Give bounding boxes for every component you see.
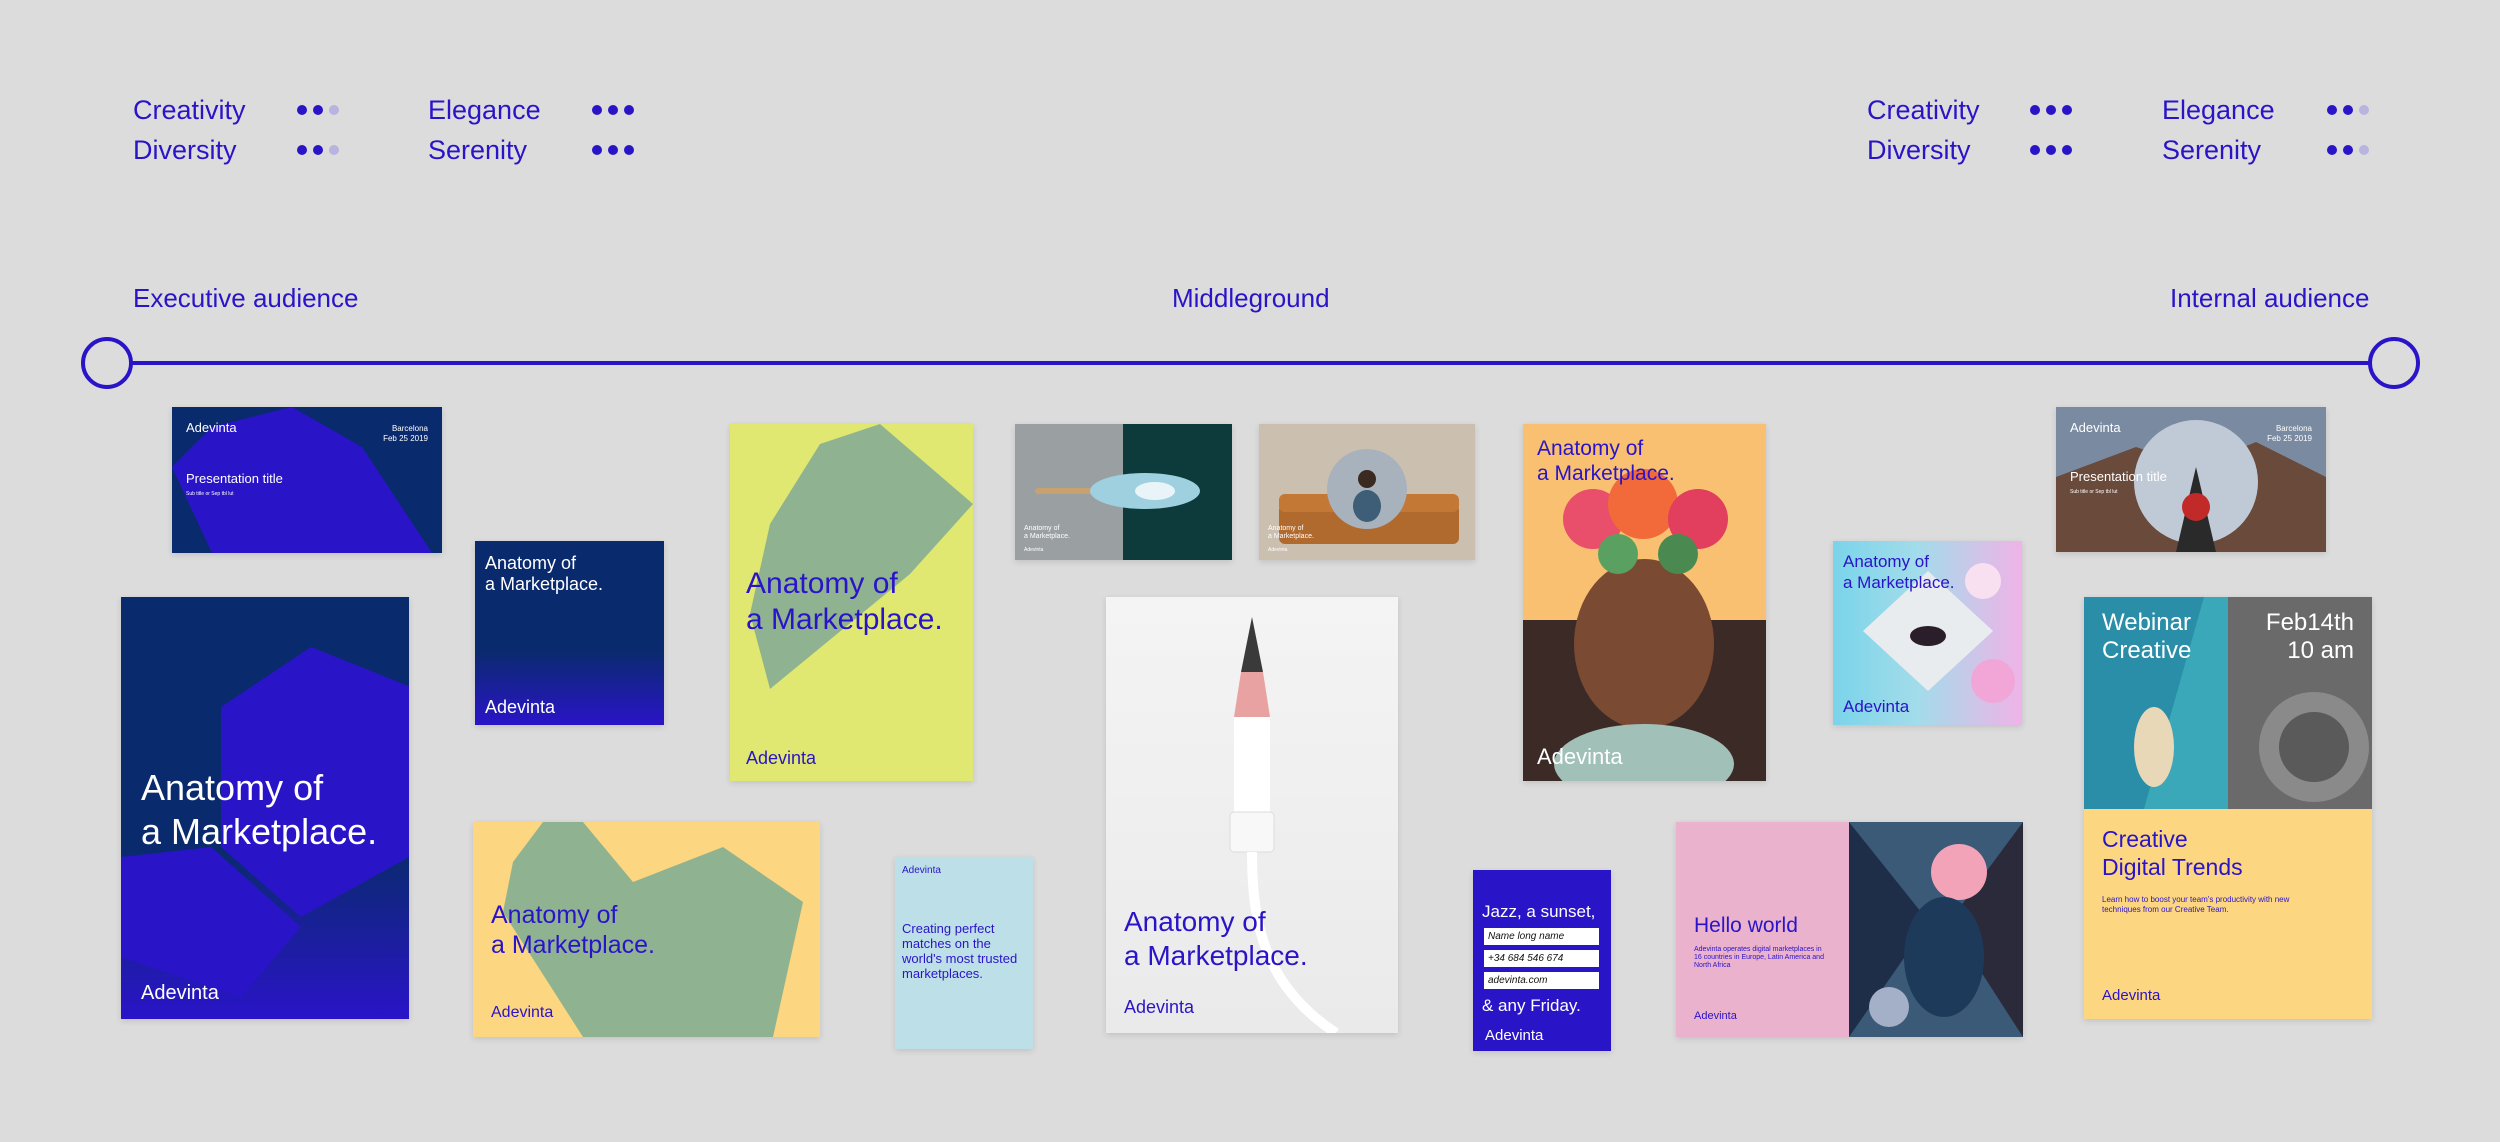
attr-label-elegance-right: Elegance: [2162, 95, 2275, 125]
card-anatomy-portrait[interactable]: Anatomy of a Marketplace. Adevinta: [1523, 424, 1766, 781]
attr-label-diversity-right: Diversity: [1867, 135, 1971, 165]
card-jazz[interactable]: Jazz, a sunset, Name long name +34 684 5…: [1473, 870, 1611, 1051]
audience-scale-line: [106, 361, 2394, 365]
card-date: Feb 25 2019: [383, 434, 428, 443]
card-presentation-internal[interactable]: Adevinta Barcelona Feb 25 2019 Presentat…: [2056, 407, 2326, 552]
attr-label-diversity-left: Diversity: [133, 135, 237, 165]
card-title-line1: Anatomy of: [491, 901, 618, 929]
card-brand: Adevinta: [141, 982, 219, 1004]
card-title-line2: a Marketplace.: [1124, 940, 1308, 971]
card-photo-sofa[interactable]: Anatomy of a Marketplace. Adevinta: [1259, 424, 1475, 560]
card-anatomy-yellow-poster[interactable]: Anatomy of a Marketplace. Adevinta: [730, 424, 973, 781]
rating-dots-serenity-left: [592, 145, 634, 155]
card-title-line2: a Marketplace.: [1268, 533, 1314, 540]
card-title-line2: a Marketplace.: [1537, 462, 1675, 485]
card-brand: Adevinta: [1124, 997, 1195, 1017]
card-matches-lightblue[interactable]: Adevinta Creating perfect matches on the…: [895, 857, 1033, 1049]
card-title-line1: Anatomy of: [1124, 906, 1266, 937]
rating-dots-creativity-left: [297, 105, 339, 115]
card-hello-body: Adevinta operates digital marketplaces i…: [1694, 946, 1824, 969]
card-title-line2: a Marketplace.: [491, 931, 655, 959]
card-anatomy-collage[interactable]: Anatomy of a Marketplace. Adevinta: [1833, 541, 2022, 725]
card-title-line2: a Marketplace.: [141, 811, 378, 852]
card-brand: Adevinta: [186, 420, 237, 435]
rating-dots-diversity-right: [2030, 145, 2072, 155]
attr-label-serenity-right: Serenity: [2162, 135, 2262, 165]
card-hello-title: Hello world: [1694, 914, 1798, 937]
attr-label-creativity-left: Creativity: [133, 95, 246, 125]
card-date: Feb 25 2019: [2267, 434, 2312, 443]
card-brand: Adevinta: [1843, 697, 1910, 716]
card-brand: Adevinta: [1268, 547, 1288, 553]
card-title-line2: a Marketplace.: [746, 603, 943, 636]
card-title-line2: a Marketplace.: [485, 574, 604, 594]
card-subtitle: Sub title or Sep tbl lut: [186, 491, 234, 497]
card-city: Barcelona: [2275, 424, 2312, 433]
card-title-line2: a Marketplace.: [1024, 533, 1070, 540]
card-presentation-executive[interactable]: Adevinta Barcelona Feb 25 2019 Presentat…: [172, 407, 442, 553]
card-jazz-field-phone: +34 684 546 674: [1484, 950, 1599, 967]
card-brand: Adevinta: [746, 748, 817, 768]
card-anatomy-peach[interactable]: Anatomy of a Marketplace. Adevinta: [473, 822, 820, 1037]
card-city: Barcelona: [391, 424, 428, 433]
card-title-line1: Anatomy of: [746, 567, 898, 600]
card-presentation-title: Presentation title: [186, 471, 283, 486]
card-brand: Adevinta: [1537, 744, 1623, 769]
scale-end-handle[interactable]: [2368, 337, 2420, 389]
card-title-line1: Anatomy of: [1268, 525, 1304, 532]
rating-dots-elegance-left: [592, 105, 634, 115]
audience-label-executive: Executive audience: [133, 283, 359, 313]
card-webinar-line1: Webinar: [2102, 609, 2191, 636]
rating-dots-serenity-right: [2327, 145, 2369, 155]
card-brand: Adevinta: [2102, 987, 2161, 1004]
card-anatomy-small-navy[interactable]: Anatomy of a Marketplace. Adevinta: [475, 541, 664, 725]
collage-image: [1849, 822, 2023, 1037]
card-brand: Adevinta: [1694, 1010, 1737, 1022]
rating-dots-elegance-right: [2327, 105, 2369, 115]
card-subtitle: Sub title or Sep tbl lut: [2070, 489, 2118, 495]
card-jazz-line1: Jazz, a sunset,: [1482, 902, 1596, 921]
card-webinar[interactable]: Webinar Creative Feb14th 10 am Creative …: [2084, 597, 2372, 1019]
card-webinar-time: 10 am: [2287, 637, 2354, 664]
card-anatomy-large-navy[interactable]: Anatomy of a Marketplace. Adevinta: [121, 597, 409, 1019]
card-trends-line1: Creative: [2102, 826, 2188, 852]
card-jazz-line2: & any Friday.: [1482, 996, 1581, 1015]
rating-dots-diversity-left: [297, 145, 339, 155]
card-brand: Adevinta: [902, 865, 941, 876]
rating-dots-creativity-right: [2030, 105, 2072, 115]
card-matches-text: Creating perfect matches on the world's …: [902, 921, 1018, 981]
card-title-line2: a Marketplace.: [1843, 573, 1955, 592]
card-title-line1: Anatomy of: [1843, 552, 1929, 571]
scale-start-handle[interactable]: [81, 337, 133, 389]
card-title-line1: Anatomy of: [1537, 437, 1644, 460]
card-trends-body: Learn how to boost your team's productiv…: [2102, 895, 2290, 914]
card-brand: Adevinta: [2070, 420, 2121, 435]
card-presentation-title: Presentation title: [2070, 469, 2167, 484]
card-jazz-field-name: Name long name: [1484, 928, 1599, 945]
card-brand: Adevinta: [491, 1004, 554, 1021]
card-brand: Adevinta: [485, 697, 556, 717]
card-trends-line2: Digital Trends: [2102, 854, 2243, 880]
card-brand: Adevinta: [1024, 547, 1044, 553]
card-anatomy-pencil[interactable]: Anatomy of a Marketplace. Adevinta: [1106, 597, 1398, 1033]
attr-label-serenity-left: Serenity: [428, 135, 528, 165]
card-webinar-date: Feb14th: [2265, 609, 2354, 636]
card-title-line1: Anatomy of: [485, 553, 577, 573]
card-brand: Adevinta: [1485, 1027, 1544, 1044]
card-photo-popsicle[interactable]: Anatomy of a Marketplace. Adevinta: [1015, 424, 1232, 560]
card-title-line1: Anatomy of: [1024, 525, 1060, 532]
card-jazz-field-web: adevinta.com: [1484, 972, 1599, 989]
attr-label-elegance-left: Elegance: [428, 95, 541, 125]
card-webinar-line2: Creative: [2102, 637, 2192, 664]
card-hello-world[interactable]: Hello world Adevinta operates digital ma…: [1676, 822, 2023, 1037]
audience-label-middleground: Middleground: [1172, 283, 1330, 313]
card-title-line1: Anatomy of: [141, 767, 324, 808]
audience-label-internal: Internal audience: [2170, 283, 2370, 313]
attr-label-creativity-right: Creativity: [1867, 95, 1980, 125]
